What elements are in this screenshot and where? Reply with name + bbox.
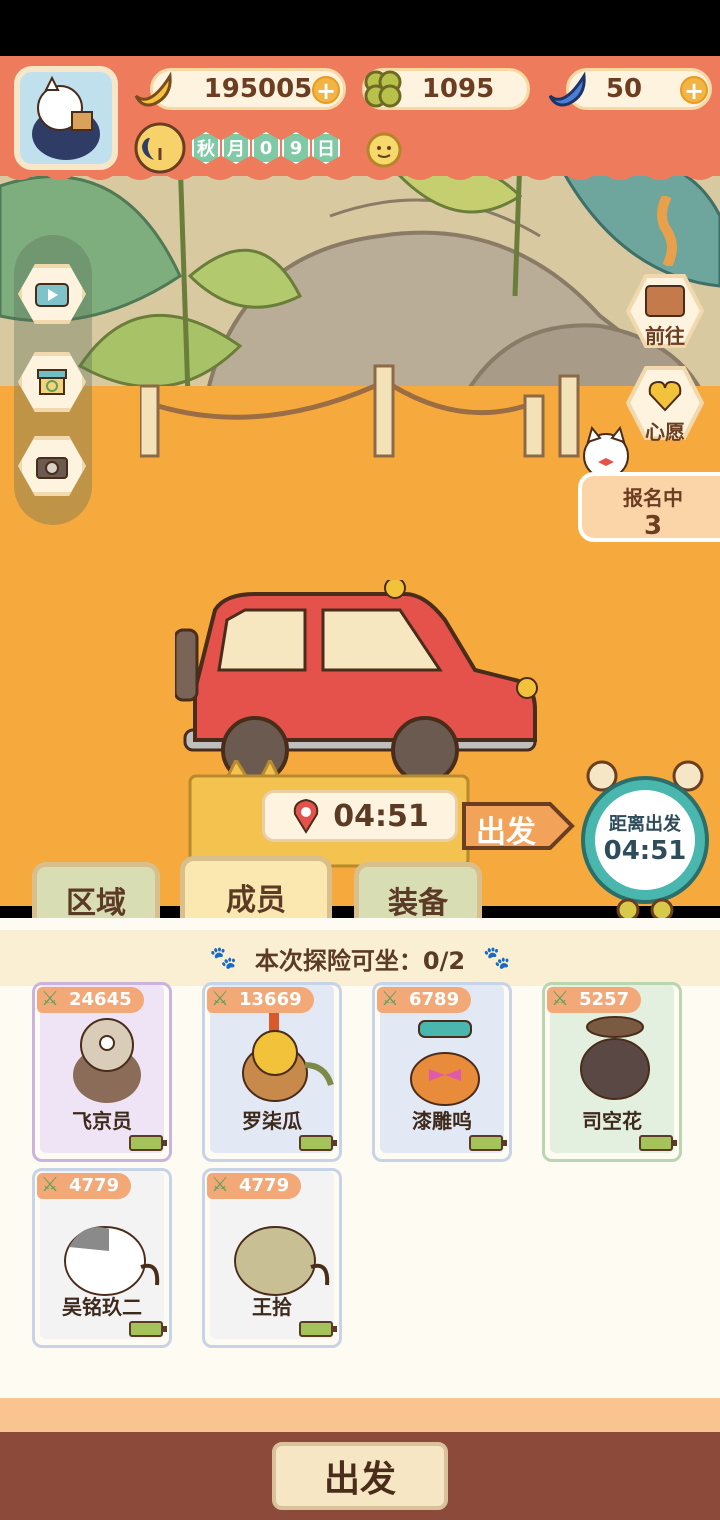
goto-button[interactable]: 前往 bbox=[625, 272, 705, 354]
seat-info-bar: 🐾 本次探险可坐：0/2 🐾 bbox=[0, 930, 720, 986]
departure-timer: 04:51 bbox=[262, 790, 458, 842]
paw-icon: 🐾 bbox=[209, 945, 237, 971]
date-char: 0 bbox=[252, 132, 280, 164]
battery-icon bbox=[639, 1135, 677, 1151]
go-arrow-sign[interactable]: 出发 bbox=[460, 798, 576, 854]
signup-count: 3 bbox=[643, 511, 663, 541]
member-name: 罗柒瓜 bbox=[242, 1109, 302, 1133]
depart-button[interactable]: 出发 bbox=[272, 1442, 448, 1510]
beige-cat-icon bbox=[234, 1226, 330, 1296]
bowtie-cat-icon bbox=[410, 1020, 480, 1106]
blue-banana-amount: 50 bbox=[605, 74, 643, 104]
member-power: 5257 bbox=[579, 989, 630, 1010]
member-name: 飞京员 bbox=[72, 1109, 132, 1133]
member-name: 王拾 bbox=[252, 1295, 292, 1319]
battery-icon bbox=[469, 1135, 507, 1151]
pilot-cat-icon bbox=[73, 1018, 141, 1103]
banana-icon bbox=[134, 71, 172, 107]
power-icon: ⚔ bbox=[381, 986, 399, 1010]
power-icon: ⚔ bbox=[41, 1172, 59, 1196]
clover-amount: 1095 bbox=[421, 74, 495, 104]
power-icon: ⚔ bbox=[551, 986, 569, 1010]
power-icon: ⚔ bbox=[211, 986, 229, 1010]
member-power: 4779 bbox=[69, 1175, 120, 1196]
banana-amount: 195005 bbox=[203, 74, 313, 104]
grey-white-cat-icon bbox=[64, 1226, 160, 1296]
battery-icon bbox=[129, 1321, 167, 1337]
cat-avatar-icon bbox=[32, 75, 100, 160]
member-power: 24645 bbox=[69, 989, 132, 1010]
battery-icon bbox=[299, 1135, 337, 1151]
seat-info-text: 本次探险可坐：0/2 bbox=[254, 946, 466, 975]
member-power: 6789 bbox=[409, 989, 460, 1010]
clock-label: 距离出发 bbox=[609, 814, 681, 835]
hat-cat-icon bbox=[580, 1016, 650, 1100]
departure-timer-text: 04:51 bbox=[333, 798, 429, 834]
signup-status[interactable]: 报名中 3 bbox=[578, 472, 720, 542]
date-char: 月 bbox=[222, 132, 250, 164]
date-char: 9 bbox=[282, 132, 310, 164]
signup-label: 报名中 bbox=[623, 486, 683, 510]
camera-icon bbox=[36, 457, 68, 479]
member-card[interactable]: ⚔ 5257 司空花 bbox=[542, 982, 682, 1162]
member-card[interactable]: ⚔ 4779 吴铭玖二 bbox=[32, 1168, 172, 1348]
member-name: 漆雕呜 bbox=[412, 1109, 472, 1133]
clock-time: 04:51 bbox=[603, 836, 687, 866]
owl-cat-icon bbox=[242, 1009, 334, 1102]
blue-banana-icon bbox=[548, 71, 586, 107]
add-banana-button[interactable]: + bbox=[312, 76, 340, 104]
bottom-decor-strip bbox=[0, 1398, 720, 1432]
paw-icon: 🐾 bbox=[483, 945, 511, 971]
calendar-date: 秋 月 0 9 日 bbox=[192, 132, 340, 164]
battery-icon bbox=[129, 1135, 167, 1151]
member-card[interactable]: ⚔ 4779 王拾 bbox=[202, 1168, 342, 1348]
member-power: 13669 bbox=[239, 989, 302, 1010]
add-blue-banana-button[interactable]: + bbox=[680, 76, 708, 104]
date-char: 日 bbox=[312, 132, 340, 164]
member-card[interactable]: ⚔ 13669 罗柒瓜 bbox=[202, 982, 342, 1162]
shop-stall-icon bbox=[37, 369, 67, 395]
clover-icon bbox=[364, 70, 402, 108]
goto-label: 前往 bbox=[645, 324, 685, 348]
member-card[interactable]: ⚔ 6789 漆雕呜 bbox=[372, 982, 512, 1162]
date-char: 秋 bbox=[192, 132, 220, 164]
tv-play-icon bbox=[35, 283, 69, 307]
sunny-weather-icon bbox=[366, 132, 402, 168]
player-avatar[interactable] bbox=[14, 66, 118, 170]
member-name: 司空花 bbox=[582, 1109, 642, 1133]
member-card[interactable]: ⚔ 24645 飞京员 bbox=[32, 982, 172, 1162]
power-icon: ⚔ bbox=[211, 1172, 229, 1196]
red-jeep bbox=[175, 580, 538, 784]
member-power: 4779 bbox=[239, 1175, 290, 1196]
battery-icon bbox=[299, 1321, 337, 1337]
status-bar bbox=[0, 0, 720, 56]
member-name: 吴铭玖二 bbox=[62, 1295, 142, 1319]
go-sign-label: 出发 bbox=[476, 815, 536, 850]
moon-clock-icon[interactable] bbox=[132, 120, 188, 176]
power-icon: ⚔ bbox=[41, 986, 59, 1010]
hanging-rope bbox=[657, 196, 677, 266]
departure-alarm-clock: 距离出发 04:51 bbox=[580, 760, 710, 920]
location-pin-icon bbox=[293, 798, 319, 834]
